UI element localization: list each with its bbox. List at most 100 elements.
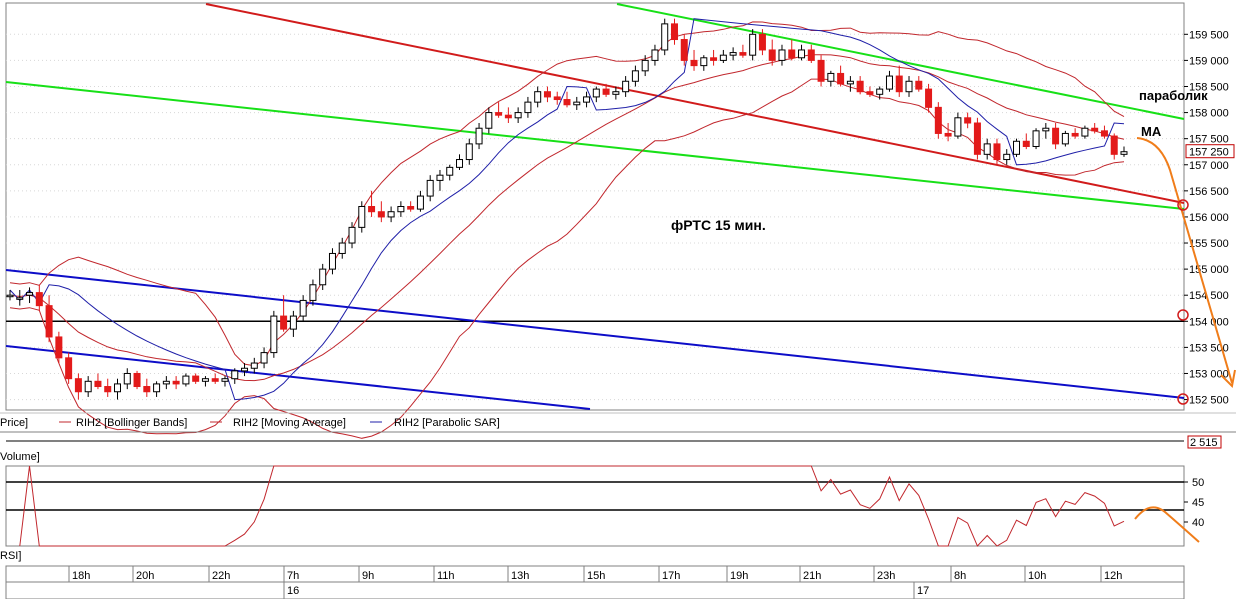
candle-up	[631, 70, 639, 82]
candle-up	[778, 49, 786, 61]
candle-up	[162, 380, 170, 385]
candle-down	[504, 114, 512, 119]
candle-down	[172, 380, 180, 385]
candle-up	[514, 112, 522, 119]
candle-up	[436, 174, 444, 181]
candle-up	[983, 143, 991, 155]
price-tick-label: 156 500	[1189, 186, 1229, 198]
candle-up	[348, 226, 356, 244]
candle-down	[602, 88, 610, 95]
candle-up	[1120, 151, 1128, 155]
candle-up	[26, 292, 34, 296]
candle-down	[407, 206, 415, 210]
candle-up	[641, 59, 649, 72]
annotation-title: фРТС 15 мин.	[671, 217, 766, 233]
label-parabolic: параболик	[1139, 88, 1208, 103]
price-tick-label: 154 000	[1189, 316, 1229, 328]
price-tick-label: 157 500	[1189, 134, 1229, 146]
rsi-tick-label: 45	[1192, 497, 1204, 509]
candle-up	[416, 195, 424, 210]
candle-up	[231, 370, 239, 380]
candle-down	[807, 49, 815, 61]
rsi-label: RSI]	[0, 550, 21, 562]
candle-up	[885, 75, 893, 90]
candle-down	[1052, 127, 1060, 145]
candle-down	[973, 122, 981, 155]
time-tick-label: 8h	[954, 570, 966, 582]
candle-up	[700, 57, 708, 67]
time-tick-label: 17h	[662, 570, 680, 582]
candle-up	[798, 49, 806, 59]
candle-up	[612, 91, 620, 95]
legend-sar: RIH2 [Parabolic SAR]	[394, 417, 500, 429]
candle-down	[788, 49, 796, 59]
chart-background	[0, 0, 1236, 599]
candle-up	[358, 206, 366, 228]
candle-down	[553, 96, 561, 101]
candle-down	[895, 75, 903, 93]
candle-down	[739, 52, 747, 56]
candle-down	[143, 386, 151, 393]
candle-up	[328, 252, 336, 270]
candle-up	[465, 143, 473, 161]
candle-up	[1081, 127, 1089, 137]
candle-up	[446, 166, 454, 176]
candle-up	[876, 88, 884, 95]
chart: 159 500159 000158 500158 000157 500157 0…	[0, 0, 1236, 599]
candle-up	[573, 101, 581, 106]
legend-price: Price]	[0, 417, 28, 429]
date-tick-label: 17	[917, 585, 929, 597]
time-tick-label: 19h	[730, 570, 748, 582]
candle-down	[1100, 130, 1108, 137]
candle-up	[299, 299, 307, 317]
candle-down	[964, 117, 972, 124]
candle-up	[729, 52, 737, 56]
candle-down	[670, 23, 678, 41]
candle-down	[1022, 140, 1030, 147]
candle-down	[368, 206, 376, 213]
candle-up	[534, 91, 542, 103]
time-tick-label: 15h	[587, 570, 605, 582]
candle-up	[153, 383, 161, 393]
candle-up	[456, 159, 464, 168]
candle-down	[817, 59, 825, 82]
candle-up	[201, 378, 209, 382]
time-tick-label: 21h	[803, 570, 821, 582]
candle-down	[377, 211, 385, 218]
price-tick-label: 159 000	[1189, 55, 1229, 67]
candle-down	[543, 91, 551, 98]
price-tick-label: 158 000	[1189, 108, 1229, 120]
price-tick-label: 155 500	[1189, 238, 1229, 250]
candle-up	[719, 54, 727, 61]
price-axis: 159 500159 000158 500158 000157 500157 0…	[1184, 29, 1235, 407]
time-tick-label: 12h	[1104, 570, 1122, 582]
price-tick-label: 155 000	[1189, 264, 1229, 276]
candle-up	[250, 362, 258, 369]
price-tick-label: 157 000	[1189, 160, 1229, 172]
label-ma: MA	[1141, 124, 1162, 139]
candle-up	[749, 33, 757, 56]
candle-up	[622, 80, 630, 93]
candle-up	[16, 297, 24, 300]
time-tick-label: 20h	[136, 570, 154, 582]
candle-down	[94, 380, 102, 388]
candle-down	[758, 33, 766, 51]
candle-up	[319, 268, 327, 286]
time-tick-label: 10h	[1028, 570, 1046, 582]
candle-up	[651, 49, 659, 61]
candle-down	[133, 372, 141, 388]
candle-up	[1061, 132, 1069, 145]
candle-down	[925, 88, 933, 108]
price-tick-label: 153 000	[1189, 368, 1229, 380]
candle-up	[524, 101, 532, 114]
candle-down	[934, 106, 942, 134]
candle-up	[182, 375, 190, 385]
legend-ma: RIH2 [Moving Average]	[233, 417, 346, 429]
candle-down	[495, 112, 503, 116]
candle-up	[397, 206, 405, 213]
candle-up	[338, 242, 346, 254]
volume-value: 2 515	[1190, 437, 1218, 449]
candle-up	[592, 88, 600, 98]
candle-down	[192, 375, 200, 382]
candle-up	[485, 112, 493, 129]
